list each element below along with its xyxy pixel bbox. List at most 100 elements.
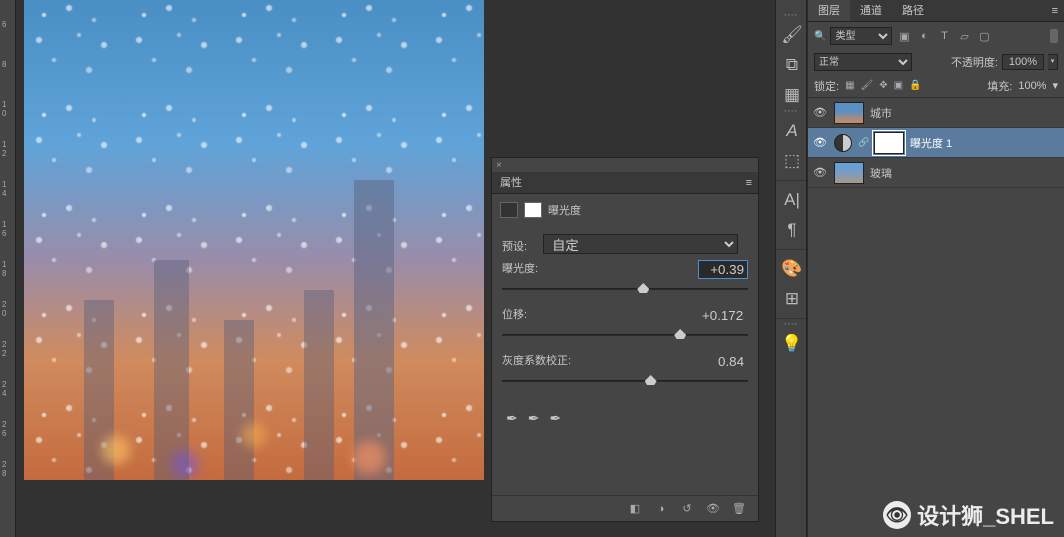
- glyphs-panel-icon[interactable]: A|: [776, 185, 808, 215]
- panel-menu-icon[interactable]: ≡: [1052, 0, 1064, 21]
- layer-row[interactable]: 👁 城市: [808, 98, 1064, 128]
- exposure-input[interactable]: [698, 260, 748, 279]
- view-previous-icon[interactable]: ◑: [650, 500, 672, 518]
- opacity-value[interactable]: 100%: [1002, 54, 1044, 70]
- exposure-adj-icon: [500, 202, 518, 218]
- weibo-icon: 👁: [883, 501, 911, 529]
- ruler-tick: 28: [2, 460, 6, 478]
- lock-image-icon[interactable]: 🖌: [861, 80, 874, 91]
- toggle-visibility-icon[interactable]: 👁: [702, 500, 724, 518]
- exposure-slider[interactable]: [502, 280, 748, 300]
- document-canvas[interactable]: [24, 0, 484, 480]
- ruler-tick: 16: [2, 220, 6, 238]
- filter-pixel-icon[interactable]: ▣: [896, 30, 912, 43]
- layer-row[interactable]: 👁 玻璃: [808, 158, 1064, 188]
- offset-label: 位移:: [502, 309, 527, 321]
- hint-panel-icon[interactable]: 💡: [776, 329, 808, 359]
- gamma-slider[interactable]: [502, 372, 748, 392]
- link-icon[interactable]: 🔗: [858, 137, 868, 148]
- swatches-panel-icon[interactable]: ▦: [776, 80, 808, 110]
- adjustment-type-row: 曝光度: [492, 194, 758, 226]
- character-panel-icon[interactable]: A: [776, 116, 808, 146]
- lock-artboard-icon[interactable]: ▣: [894, 80, 903, 91]
- layer-name[interactable]: 曝光度 1: [910, 135, 1060, 151]
- tab-channels[interactable]: 通道: [850, 0, 892, 21]
- chevron-down-icon[interactable]: ▾: [1048, 54, 1058, 70]
- preset-row: 预设: 自定: [502, 234, 748, 254]
- blend-opacity-bar: 正常 不透明度: 100% ▾: [808, 50, 1064, 74]
- filter-shape-icon[interactable]: ▱: [956, 30, 972, 43]
- layer-list: 👁 城市 👁 🔗 曝光度 1 👁 玻璃: [808, 98, 1064, 188]
- reset-icon[interactable]: ↺: [676, 500, 698, 518]
- properties-title: 属性: [500, 172, 522, 193]
- gamma-label: 灰度系数校正:: [502, 355, 571, 367]
- visibility-toggle-icon[interactable]: 👁: [812, 106, 828, 119]
- lock-transparency-icon[interactable]: ▦: [845, 80, 854, 91]
- ruler-tick: 12: [2, 140, 6, 158]
- 3d-panel-icon[interactable]: ⬚: [776, 146, 808, 176]
- clone-source-panel-icon[interactable]: ⧉: [776, 50, 808, 80]
- panel-menu-icon[interactable]: ≡: [746, 172, 758, 193]
- ruler-tick: 8: [2, 60, 6, 69]
- lock-all-icon[interactable]: 🔒: [909, 80, 921, 91]
- close-icon[interactable]: ×: [496, 160, 502, 171]
- adjustment-icon[interactable]: [834, 134, 852, 152]
- panel-tabs: 图层 通道 路径 ≡: [808, 0, 1064, 22]
- chevron-down-icon[interactable]: ▾: [1052, 79, 1058, 92]
- collapsed-panels-dock: ▪▪▪▪ 🖌 ⧉ ▦ ▪▪▪▪ A ⬚ A| ¶ 🎨 ⊞ ▪▪▪▪ 💡: [775, 0, 807, 537]
- gamma-row: 灰度系数校正:: [502, 352, 748, 392]
- layer-row[interactable]: 👁 🔗 曝光度 1: [808, 128, 1064, 158]
- brush-panel-icon[interactable]: 🖌: [776, 20, 808, 50]
- layer-mask-thumbnail[interactable]: [874, 132, 904, 154]
- offset-row: 位移:: [502, 306, 748, 346]
- layer-name[interactable]: 城市: [870, 105, 1060, 121]
- layer-thumbnail[interactable]: [834, 162, 864, 184]
- properties-title-bar: 属性 ≡: [492, 172, 758, 194]
- filter-adjust-icon[interactable]: ◐: [916, 30, 932, 42]
- filter-toggle[interactable]: [1050, 29, 1058, 43]
- eyedropper-black-icon[interactable]: ✒: [506, 410, 518, 427]
- ruler-tick: 26: [2, 420, 6, 438]
- clip-to-layer-icon[interactable]: ◧: [624, 500, 646, 518]
- lock-label: 锁定:: [814, 78, 839, 94]
- ruler-tick: 14: [2, 180, 6, 198]
- paragraph-panel-icon[interactable]: ¶: [776, 215, 808, 245]
- ruler-tick: 6: [2, 20, 6, 29]
- visibility-toggle-icon[interactable]: 👁: [812, 136, 828, 149]
- adjustment-name: 曝光度: [548, 202, 581, 218]
- exposure-label: 曝光度:: [502, 263, 538, 275]
- fill-label: 填充:: [987, 78, 1012, 94]
- ruler-tick: 24: [2, 380, 6, 398]
- tab-layers[interactable]: 图层: [808, 0, 850, 21]
- layers-panel: 图层 通道 路径 ≡ 🔍 类型 ▣ ◐ T ▱ ▢ 正常 不透明度: 100% …: [808, 0, 1064, 537]
- filter-type-select[interactable]: 类型: [830, 27, 892, 45]
- trash-icon[interactable]: 🗑: [728, 500, 750, 518]
- search-icon[interactable]: 🔍: [814, 31, 826, 42]
- offset-input[interactable]: [698, 306, 748, 325]
- grid-panel-icon[interactable]: ⊞: [776, 284, 808, 314]
- ruler-tick: 18: [2, 260, 6, 278]
- watermark-text: 设计狮_SHEL: [917, 499, 1054, 531]
- filter-smart-icon[interactable]: ▢: [976, 30, 992, 43]
- lock-position-icon[interactable]: ✥: [879, 80, 887, 91]
- visibility-toggle-icon[interactable]: 👁: [812, 166, 828, 179]
- mask-icon[interactable]: [524, 202, 542, 218]
- eyedropper-row: ✒ ✒ ✒: [502, 398, 748, 439]
- eyedropper-gray-icon[interactable]: ✒: [528, 410, 540, 427]
- eyedropper-white-icon[interactable]: ✒: [549, 410, 561, 427]
- filter-type-icon[interactable]: T: [936, 30, 952, 42]
- gamma-input[interactable]: [698, 352, 748, 371]
- offset-slider[interactable]: [502, 326, 748, 346]
- preset-select[interactable]: 自定: [543, 234, 738, 254]
- layer-name[interactable]: 玻璃: [870, 165, 1060, 181]
- blend-mode-select[interactable]: 正常: [814, 53, 912, 71]
- fill-value[interactable]: 100%: [1018, 80, 1046, 92]
- properties-footer: ◧ ◑ ↺ 👁 🗑: [492, 495, 758, 521]
- ruler-vertical: 6 8 10 12 14 16 18 20 22 24 26 28: [0, 0, 16, 537]
- color-panel-icon[interactable]: 🎨: [776, 254, 808, 284]
- tab-paths[interactable]: 路径: [892, 0, 934, 21]
- ruler-tick: 10: [2, 100, 6, 118]
- lock-fill-bar: 锁定: ▦ 🖌 ✥ ▣ 🔒 填充: 100% ▾: [808, 74, 1064, 98]
- layer-thumbnail[interactable]: [834, 102, 864, 124]
- properties-panel: × 属性 ≡ 曝光度 预设: 自定 曝光度: 位移: 灰度系数校正: ✒: [491, 157, 759, 522]
